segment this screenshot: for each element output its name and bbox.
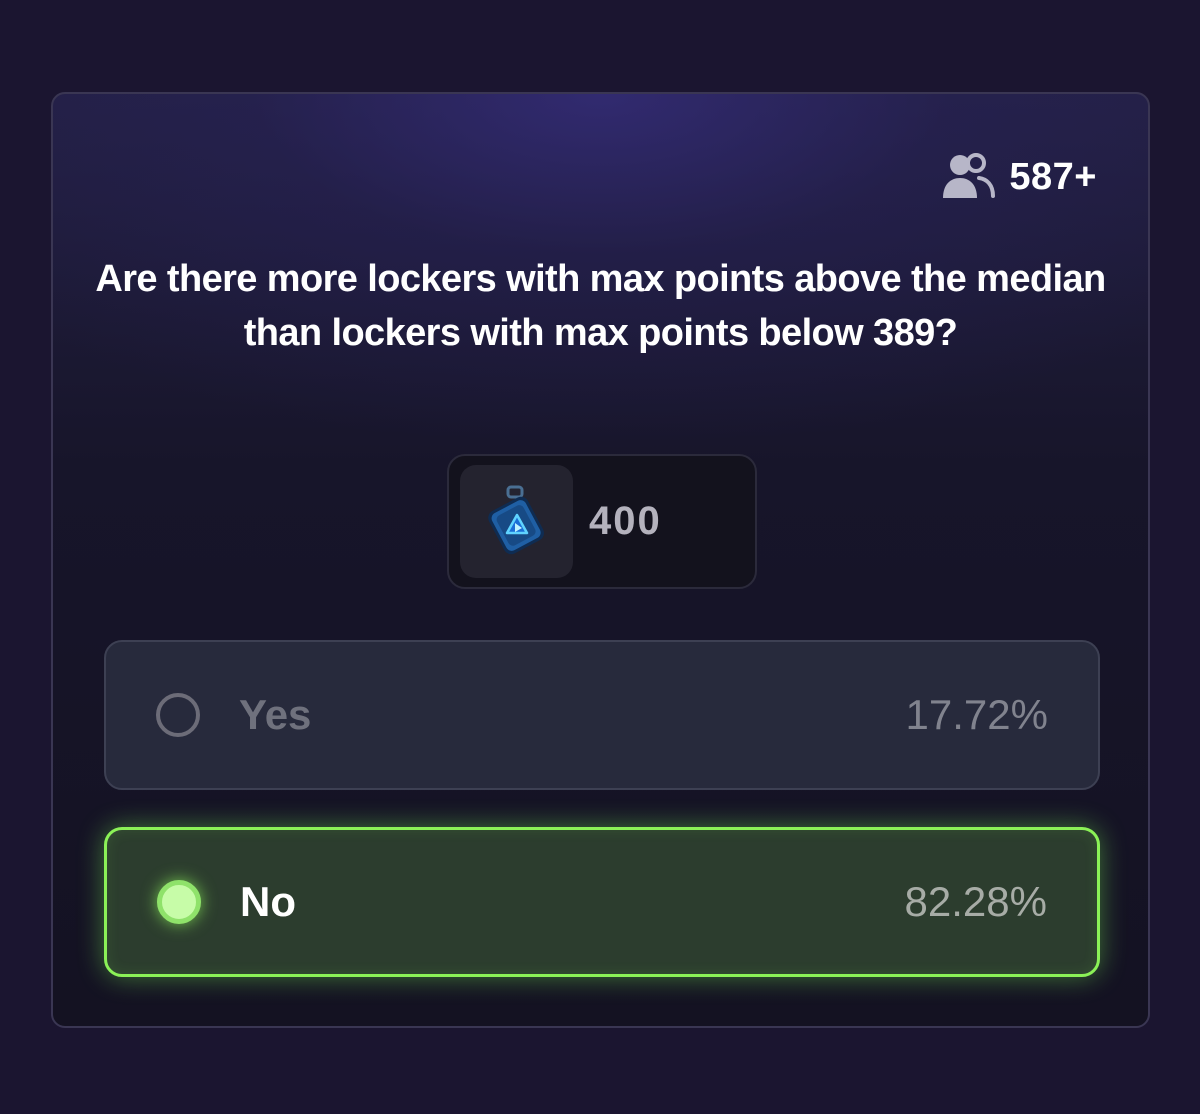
option-no[interactable]: No 82.28% [104, 827, 1100, 977]
reward-badge: 400 [447, 454, 757, 589]
reward-icon-box [460, 465, 573, 578]
poll-card: 587+ Are there more lockers with max poi… [51, 92, 1150, 1028]
users-icon [941, 152, 996, 202]
option-label: No [240, 878, 296, 925]
poll-question: Are there more lockers with max points a… [95, 258, 1106, 354]
option-percent: 82.28% [904, 878, 1047, 925]
locker-token-icon [482, 483, 552, 560]
option-yes[interactable]: Yes 17.72% [104, 640, 1100, 790]
option-percent: 17.72% [905, 691, 1048, 738]
participants-count: 587+ [941, 152, 1097, 202]
radio-selected-icon[interactable] [157, 880, 201, 924]
radio-unselected-icon[interactable] [156, 693, 200, 737]
reward-value: 400 [589, 499, 662, 543]
participants-count-value: 587+ [1009, 155, 1097, 198]
option-label: Yes [239, 691, 312, 738]
